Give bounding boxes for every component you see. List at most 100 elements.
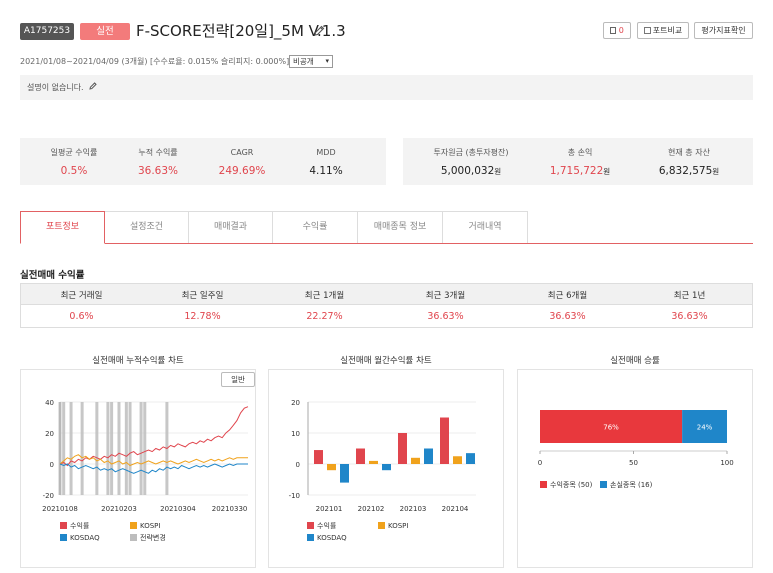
bar [327, 464, 336, 471]
strategy-change-marker [95, 402, 99, 495]
bar [466, 453, 475, 464]
x-tick-label: 202103 [400, 505, 427, 513]
summary-total-pnl: 총 손익 1,715,722원 [530, 147, 630, 180]
bar [424, 448, 433, 464]
summary-label: 총 손익 [567, 148, 593, 157]
eval-metrics-button[interactable]: 평가지표확인 [694, 22, 753, 39]
tab-returns[interactable]: 수익률 [272, 211, 358, 243]
legend-item: KOSDAQ [60, 533, 100, 543]
chevron-down-icon: ▾ [325, 57, 329, 65]
monthly-bar-chart: 20 10 0 -10 202101 202102 202103 202104 [289, 399, 476, 513]
x-tick-label: 20210304 [160, 505, 196, 513]
legend-item: 수익률 [307, 521, 336, 531]
y-tick-label: 10 [291, 430, 300, 438]
legend-label: KOSDAQ [317, 534, 347, 542]
summary-label: 누적 수익률 [138, 148, 178, 157]
legend-swatch [60, 522, 67, 529]
legend-label: 전략변경 [140, 534, 166, 542]
legend-item: 전략변경 [130, 533, 166, 543]
legend-swatch [60, 534, 67, 541]
bar [411, 457, 420, 464]
bar [314, 450, 323, 464]
returns-value-cell: 36.63% [427, 311, 464, 322]
strategy-change-marker [80, 402, 84, 495]
summary-total-assets: 현재 총 자산 6,832,575원 [639, 147, 739, 180]
summary-amount: 1,715,722 [549, 165, 604, 177]
description-box: 설명이 없습니다. [20, 75, 753, 100]
legend-swatch [307, 534, 314, 541]
summary-unit: 원 [494, 167, 502, 176]
tab-traded-stocks[interactable]: 매매종목 정보 [357, 211, 443, 243]
summary-value: 36.63% [137, 165, 179, 177]
summary-label: CAGR [230, 148, 254, 157]
strategy-change-marker [143, 402, 147, 495]
legend-swatch [600, 481, 607, 488]
legend-label: 수익률 [317, 522, 337, 530]
returns-header-cell: 최근 1년 [673, 291, 706, 301]
summary-label: MDD [316, 148, 336, 157]
pencil-icon[interactable] [312, 24, 326, 38]
legend-label: KOSPI [140, 522, 161, 530]
legend-item: KOSPI [130, 521, 160, 531]
tab-underline [20, 243, 753, 244]
winrate-label: 76% [603, 424, 619, 432]
summary-performance: 일평균 수익률 0.5% 누적 수익률 36.63% CAGR 249.69% … [20, 138, 386, 185]
tab-trade-history[interactable]: 거래내역 [442, 211, 528, 243]
legend-label: KOSDAQ [70, 534, 100, 542]
tab-settings[interactable]: 설정조건 [104, 211, 189, 243]
returns-header-cell: 최근 일주일 [181, 291, 224, 301]
returns-table: 최근 거래일 최근 일주일 최근 1개월 최근 3개월 최근 6개월 최근 1년… [20, 283, 753, 328]
cumulative-chart-title: 실전매매 누적수익률 차트 [92, 356, 184, 366]
x-tick-label: 20210330 [212, 505, 248, 513]
y-tick-label: 20 [45, 430, 54, 438]
returns-value-cell: 0.6% [69, 311, 94, 322]
summary-label: 현재 총 자산 [668, 148, 710, 157]
bar [440, 417, 449, 464]
x-tick-label: 20210203 [101, 505, 137, 513]
edit-description-icon[interactable] [88, 81, 98, 91]
period-info: 2021/01/08~2021/04/09 (3개월) [수수료율: 0.015… [20, 57, 290, 66]
strategy-change-marker [106, 402, 110, 495]
bar [398, 433, 407, 464]
legend-item: KOSDAQ [307, 533, 347, 543]
strategy-change-marker [110, 402, 114, 495]
legend-item: 손실종목 (16) [600, 480, 652, 490]
description-text: 설명이 없습니다. [27, 83, 84, 92]
legend-swatch [130, 522, 137, 529]
bar [369, 460, 378, 464]
strategy-id-badge: A1757253 [20, 23, 74, 40]
like-button[interactable]: 0 [603, 22, 631, 39]
strategy-change-marker [124, 402, 128, 495]
winrate-label: 24% [697, 424, 713, 432]
summary-amount: 6,832,575 [658, 165, 713, 177]
summary-value: 4.11% [309, 165, 343, 177]
returns-header-cell: 최근 6개월 [547, 291, 588, 301]
strategy-change-marker [69, 402, 73, 495]
returns-header-cell: 최근 3개월 [425, 291, 466, 301]
visibility-select[interactable]: 비공개 ▾ [289, 55, 333, 68]
summary-value: 1,715,722원 [530, 163, 630, 180]
tab-trade-results[interactable]: 매매결과 [188, 211, 273, 243]
summary-value: 5,000,032원 [421, 163, 521, 180]
bar [356, 448, 365, 464]
legend-swatch [307, 522, 314, 529]
returns-header-cell: 최근 거래일 [60, 291, 103, 301]
summary-cagr: CAGR 249.69% [214, 147, 270, 179]
series-line [59, 406, 249, 467]
x-tick-label: 202102 [358, 505, 385, 513]
returns-value-cell: 36.63% [549, 311, 586, 322]
summary-amount: 5,000,032 [440, 165, 495, 177]
summary-principal: 투자원금 (총투자평잔) 5,000,032원 [421, 147, 521, 180]
y-tick-label: -20 [43, 492, 54, 500]
cumulative-line-chart: 40 20 0 -20 20210108 20210203 20210304 20210330 [42, 399, 249, 513]
summary-mdd: MDD 4.11% [298, 147, 354, 179]
x-tick-label: 0 [538, 459, 542, 467]
winrate-chart-title: 실전매매 승률 [610, 356, 660, 366]
legend-label: 수익률 [70, 522, 90, 530]
legend-item: 수익종목 (50) [540, 480, 592, 490]
legend-swatch [540, 481, 547, 488]
tab-port-info[interactable]: 포트정보 [20, 211, 105, 244]
compare-button[interactable]: 포트비교 [637, 22, 689, 39]
returns-header-cell: 최근 1개월 [304, 291, 345, 301]
summary-unit: 원 [712, 167, 720, 176]
